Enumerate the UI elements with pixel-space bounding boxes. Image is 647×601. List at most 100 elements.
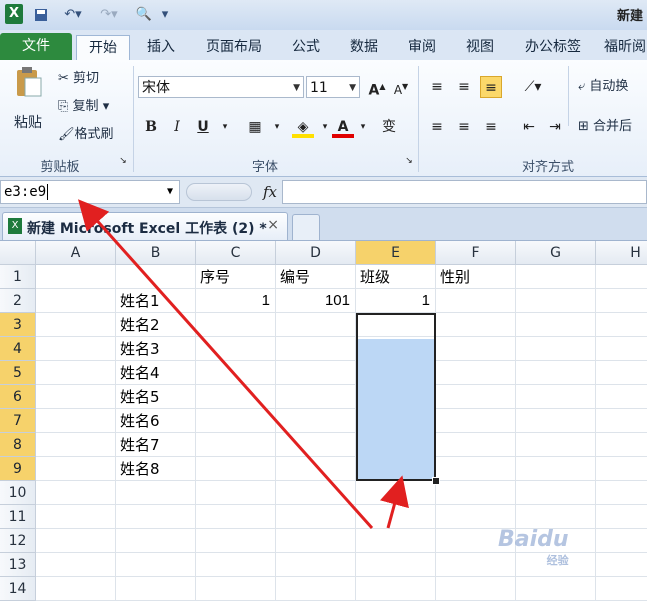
- tab-file[interactable]: 文件: [0, 33, 72, 60]
- formula-input[interactable]: [282, 180, 647, 204]
- select-all-corner[interactable]: [0, 241, 36, 265]
- underline-dropdown-icon[interactable]: ▾: [214, 116, 236, 138]
- column-header-e[interactable]: E: [356, 241, 436, 265]
- tab-formulas[interactable]: 公式: [282, 35, 330, 60]
- underline-button[interactable]: U: [192, 116, 214, 138]
- cut-button[interactable]: ✂ 剪切: [58, 70, 118, 88]
- row-header[interactable]: 7: [0, 409, 36, 433]
- dialog-launcher-icon[interactable]: ↘: [116, 154, 130, 168]
- tab-page-layout[interactable]: 页面布局: [196, 35, 272, 60]
- row-header[interactable]: 13: [0, 553, 36, 577]
- row-header[interactable]: 14: [0, 577, 36, 601]
- row-header[interactable]: 2: [0, 289, 36, 313]
- cell-c1[interactable]: 序号: [200, 265, 230, 289]
- excel-app-icon[interactable]: X: [5, 4, 23, 24]
- column-header-c[interactable]: C: [196, 241, 276, 265]
- cell-b6[interactable]: 姓名5: [120, 385, 160, 409]
- cell-b4[interactable]: 姓名3: [120, 337, 160, 361]
- row-header[interactable]: 3: [0, 313, 36, 337]
- cell-b7[interactable]: 姓名6: [120, 409, 160, 433]
- align-bottom-icon[interactable]: ≡: [480, 76, 502, 98]
- row-header[interactable]: 6: [0, 385, 36, 409]
- row-header[interactable]: 9: [0, 457, 36, 481]
- customize-quick-access-icon[interactable]: ▾: [158, 5, 172, 25]
- font-size-select[interactable]: 11 ▼: [306, 76, 360, 98]
- increase-indent-icon[interactable]: ⇥: [544, 116, 566, 138]
- save-icon[interactable]: [32, 5, 50, 25]
- border-dropdown-icon[interactable]: ▾: [266, 116, 288, 138]
- title-bar: X ↶▾ ↷▾ 🔍 ▾ 新建: [0, 0, 647, 31]
- orientation-icon[interactable]: ⟋▾: [518, 76, 548, 98]
- workbook-tab-bar: X 新建 Microsoft Excel 工作表 (2) * ×: [0, 208, 647, 241]
- cell-b3[interactable]: 姓名2: [120, 313, 160, 337]
- font-group-label: 字体: [251, 160, 278, 175]
- formula-splitter[interactable]: [186, 183, 252, 201]
- row-header[interactable]: 5: [0, 361, 36, 385]
- row-header[interactable]: 12: [0, 529, 36, 553]
- tab-office-tab[interactable]: 办公标签: [514, 35, 592, 60]
- border-icon[interactable]: ▦: [244, 116, 266, 138]
- font-color-button[interactable]: A: [332, 116, 354, 138]
- close-icon[interactable]: ×: [267, 217, 279, 233]
- copy-button[interactable]: ⎘ 复制 ▾: [58, 98, 124, 116]
- fill-color-icon[interactable]: ◈: [292, 116, 314, 138]
- italic-button[interactable]: I: [166, 116, 188, 138]
- insert-function-button[interactable]: fx: [258, 180, 282, 204]
- bold-button[interactable]: B: [140, 116, 162, 138]
- tab-home[interactable]: 开始: [76, 35, 130, 62]
- column-header-d[interactable]: D: [276, 241, 356, 265]
- column-header-f[interactable]: F: [436, 241, 516, 265]
- cell-c2[interactable]: 1: [196, 289, 276, 313]
- decrease-indent-icon[interactable]: ⇤: [518, 116, 540, 138]
- row-header[interactable]: 1: [0, 265, 36, 289]
- formula-bar: e3:e9 ▼ fx: [0, 177, 647, 208]
- undo-icon[interactable]: ↶▾: [58, 5, 88, 25]
- cell-d2[interactable]: 101: [276, 289, 356, 313]
- cell-b9[interactable]: 姓名8: [120, 457, 160, 481]
- merge-center-button[interactable]: ⊞ 合并后: [578, 118, 647, 136]
- cell-e2[interactable]: 1: [356, 289, 436, 313]
- dialog-launcher-icon[interactable]: ↘: [402, 154, 416, 168]
- row-header[interactable]: 10: [0, 481, 36, 505]
- tab-foxit[interactable]: 福昕阅: [604, 35, 647, 60]
- column-header-g[interactable]: G: [516, 241, 596, 265]
- cell-f1[interactable]: 性别: [440, 265, 470, 289]
- tab-insert[interactable]: 插入: [136, 35, 186, 60]
- selection-range[interactable]: [356, 313, 436, 481]
- name-box[interactable]: e3:e9 ▼: [0, 180, 180, 204]
- align-top-icon[interactable]: ≡: [426, 76, 448, 98]
- alignment-group-label: 对齐方式: [521, 160, 574, 175]
- cell-d1[interactable]: 编号: [280, 265, 310, 289]
- row-header[interactable]: 11: [0, 505, 36, 529]
- baidu-watermark: Baidu 经验: [498, 527, 569, 567]
- column-header-a[interactable]: A: [36, 241, 116, 265]
- align-right-icon[interactable]: ≡: [480, 116, 502, 138]
- align-middle-icon[interactable]: ≡: [453, 76, 475, 98]
- align-left-icon[interactable]: ≡: [426, 116, 448, 138]
- row-header[interactable]: 8: [0, 433, 36, 457]
- grow-font-button[interactable]: A▲: [366, 76, 388, 99]
- phonetic-button[interactable]: 变: [378, 116, 400, 138]
- workbook-tab[interactable]: X 新建 Microsoft Excel 工作表 (2) * ×: [2, 212, 288, 240]
- cell-e1[interactable]: 班级: [360, 265, 390, 289]
- cell-b8[interactable]: 姓名7: [120, 433, 160, 457]
- tab-review[interactable]: 审阅: [398, 35, 446, 60]
- format-painter-button[interactable]: 🖌格式刷: [58, 126, 128, 144]
- column-header-b[interactable]: B: [116, 241, 196, 265]
- font-color-dropdown-icon[interactable]: ▾: [352, 116, 374, 138]
- new-tab-button[interactable]: [292, 214, 320, 240]
- tab-data[interactable]: 数据: [340, 35, 388, 60]
- row-header[interactable]: 4: [0, 337, 36, 361]
- tab-view[interactable]: 视图: [456, 35, 504, 60]
- cell-b5[interactable]: 姓名4: [120, 361, 160, 385]
- shrink-font-button[interactable]: A▼: [390, 76, 412, 98]
- align-center-icon[interactable]: ≡: [453, 116, 475, 138]
- font-name-select[interactable]: 宋体 ▼: [138, 76, 304, 98]
- print-preview-icon[interactable]: 🔍: [132, 5, 156, 25]
- paste-button[interactable]: 粘贴: [8, 66, 48, 136]
- fill-handle[interactable]: [432, 477, 440, 485]
- column-header-h[interactable]: H: [596, 241, 647, 265]
- redo-icon[interactable]: ↷▾: [94, 5, 124, 25]
- wrap-text-button[interactable]: ⤶ 自动换: [578, 78, 647, 96]
- cell-b2[interactable]: 姓名1: [120, 289, 160, 313]
